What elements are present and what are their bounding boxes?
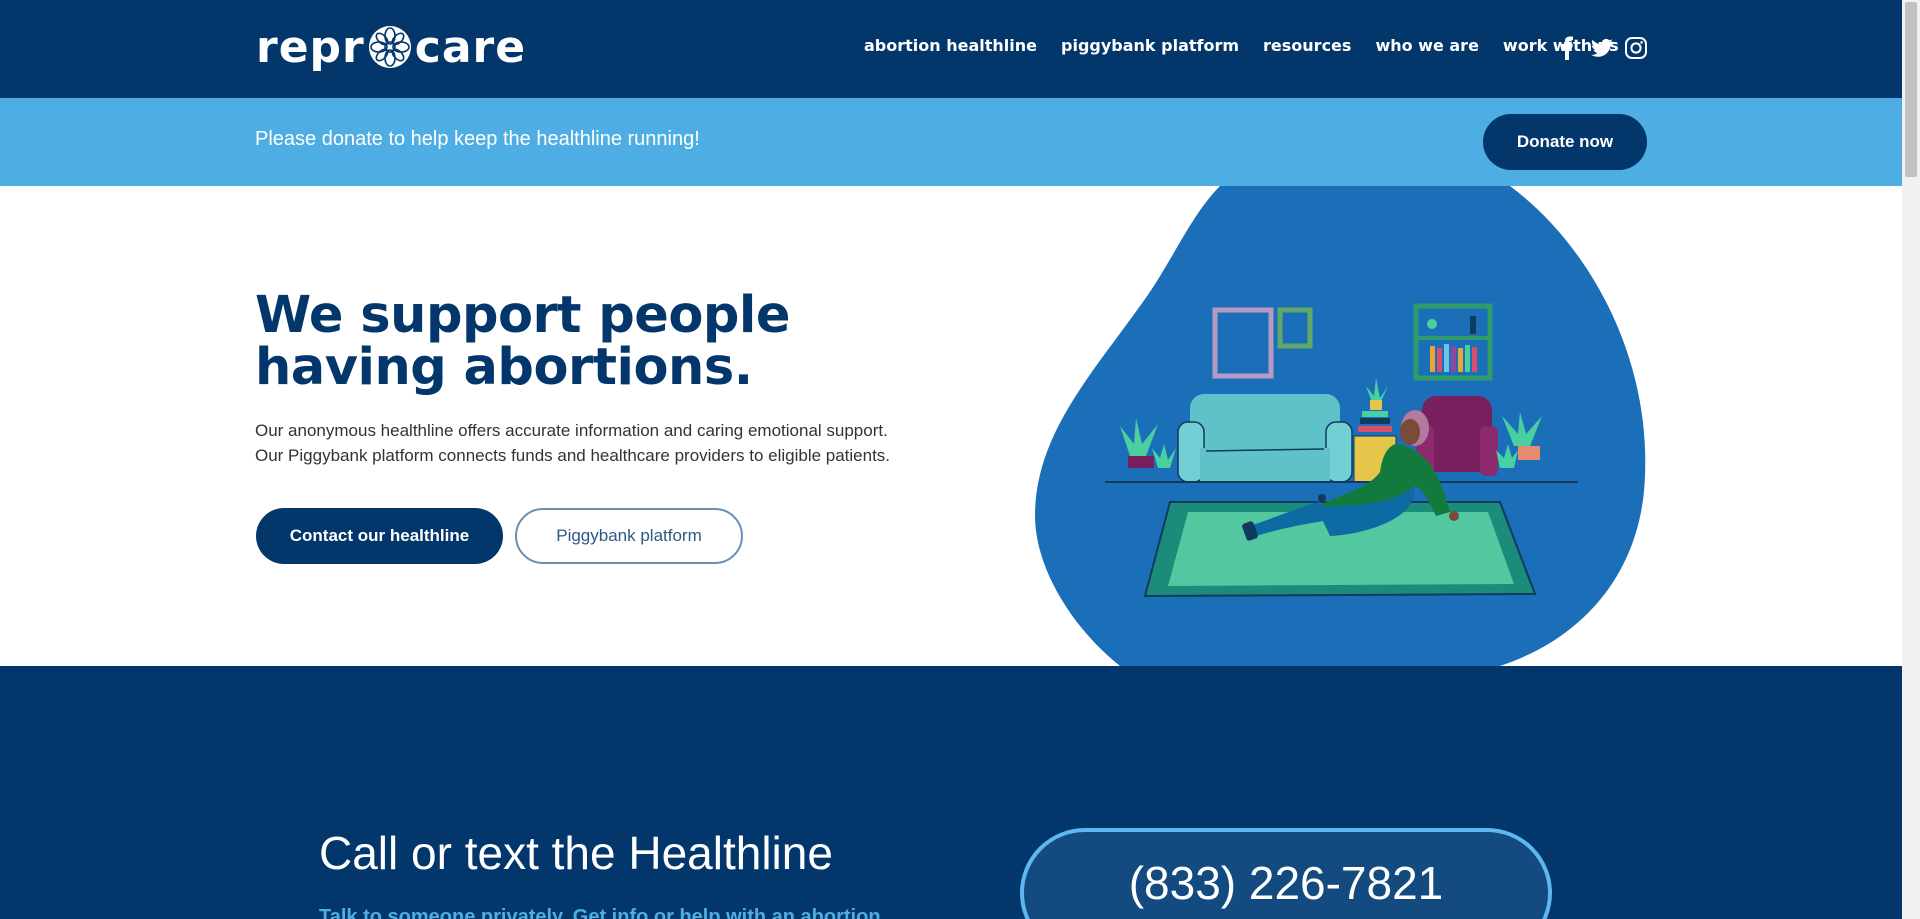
nav-resources[interactable]: resources	[1263, 36, 1351, 55]
nav-abortion-healthline[interactable]: abortion healthline	[864, 36, 1037, 55]
logo-text-right: care	[414, 21, 527, 73]
hero-section: We support people having abortions. Our …	[0, 186, 1902, 666]
logo-text-left: repr	[256, 21, 365, 73]
healthline-phone-button[interactable]: (833) 226-7821	[1020, 828, 1552, 919]
scrollbar-thumb[interactable]	[1905, 2, 1917, 177]
flower-logo-icon	[367, 24, 413, 70]
donate-banner: Please donate to help keep the healthlin…	[0, 98, 1902, 186]
logo[interactable]: repr care	[256, 21, 527, 73]
hero-description-line-1: Our anonymous healthline offers accurate…	[255, 421, 888, 440]
donate-now-button[interactable]: Donate now	[1483, 114, 1647, 170]
nav-piggybank-platform[interactable]: piggybank platform	[1061, 36, 1239, 55]
contact-healthline-button[interactable]: Contact our healthline	[256, 508, 503, 564]
hero-description: Our anonymous healthline offers accurate…	[255, 418, 955, 468]
main-nav: abortion healthline piggybank platform r…	[864, 36, 1643, 55]
nav-who-we-are[interactable]: who we are	[1375, 36, 1478, 55]
healthline-section: Call or text the Healthline Talk to some…	[0, 666, 1902, 919]
page-scrollbar[interactable]	[1902, 0, 1920, 919]
living-room-illustration	[1035, 186, 1646, 666]
donate-banner-text: Please donate to help keep the healthlin…	[255, 128, 700, 150]
instagram-icon[interactable]	[1624, 36, 1648, 60]
healthline-phone-number: (833) 226-7821	[1128, 857, 1444, 909]
healthline-title: Call or text the Healthline	[319, 827, 833, 879]
facebook-icon[interactable]	[1556, 36, 1580, 60]
healthline-subtitle: Talk to someone privately. Get info or h…	[319, 906, 887, 919]
social-links	[1556, 36, 1648, 60]
site-header: repr care abortion healthline piggybank …	[0, 0, 1902, 98]
hero-description-line-2: Our Piggybank platform connects funds an…	[255, 446, 891, 465]
twitter-icon[interactable]	[1590, 36, 1614, 60]
piggybank-platform-button[interactable]: Piggybank platform	[515, 508, 743, 564]
hero-title: We support people having abortions.	[255, 286, 791, 397]
